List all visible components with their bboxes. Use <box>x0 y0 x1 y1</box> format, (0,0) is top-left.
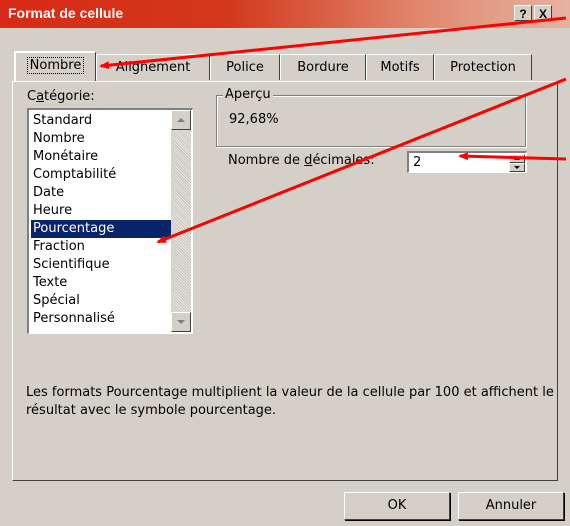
close-button[interactable]: X <box>534 5 552 21</box>
list-item[interactable]: Monétaire <box>33 148 169 166</box>
category-label: Catégorie: <box>27 89 95 104</box>
window-title: Format de cellule <box>8 5 124 21</box>
spin-up-button[interactable] <box>509 154 525 163</box>
category-listbox[interactable]: Standard Nombre Monétaire Comptabilité D… <box>27 108 193 334</box>
list-item[interactable]: Nombre <box>33 130 169 148</box>
list-item[interactable]: Heure <box>33 202 169 220</box>
scroll-down-button[interactable] <box>171 312 191 332</box>
category-scrollbar[interactable] <box>171 110 191 332</box>
spin-down-button[interactable] <box>509 163 525 172</box>
caret-up-icon <box>514 157 520 160</box>
spin-buttons <box>509 154 525 172</box>
ok-button[interactable]: OK <box>344 492 450 520</box>
tab-protection[interactable]: Protection <box>434 54 532 80</box>
arrow-up-icon <box>177 118 185 122</box>
list-item[interactable]: Comptabilité <box>33 166 169 184</box>
caret-down-icon <box>514 166 520 169</box>
arrow-down-icon <box>177 320 185 324</box>
tab-alignement[interactable]: Alignement <box>96 54 210 80</box>
format-description: Les formats Pourcentage multiplient la v… <box>26 385 554 418</box>
list-item[interactable]: Personnalisé <box>33 310 169 328</box>
list-item[interactable]: Spécial <box>33 292 169 310</box>
tab-bordure[interactable]: Bordure <box>280 54 366 80</box>
decimals-value[interactable]: 2 <box>413 155 421 170</box>
help-button[interactable]: ? <box>514 5 532 21</box>
decimals-label: Nombre de décimales: <box>228 153 375 168</box>
preview-group: Aperçu 92,68% <box>216 87 526 147</box>
preview-value: 92,68% <box>229 112 279 127</box>
list-item[interactable]: Date <box>33 184 169 202</box>
preview-title: Aperçu <box>223 87 273 102</box>
list-item[interactable]: Scientifique <box>33 256 169 274</box>
list-item-selected[interactable]: Pourcentage <box>31 220 171 238</box>
tab-motifs[interactable]: Motifs <box>366 54 434 80</box>
cancel-button[interactable]: Annuler <box>458 492 564 520</box>
scroll-up-button[interactable] <box>171 110 191 130</box>
list-item[interactable]: Fraction <box>33 238 169 256</box>
tab-nombre[interactable]: Nombre <box>14 51 96 81</box>
tab-police[interactable]: Police <box>210 54 280 80</box>
title-bar[interactable]: Format de cellule ? X <box>0 0 570 28</box>
decimals-spinbox[interactable]: 2 <box>407 151 527 173</box>
list-item[interactable]: Texte <box>33 274 169 292</box>
list-item[interactable]: Standard <box>33 112 169 130</box>
